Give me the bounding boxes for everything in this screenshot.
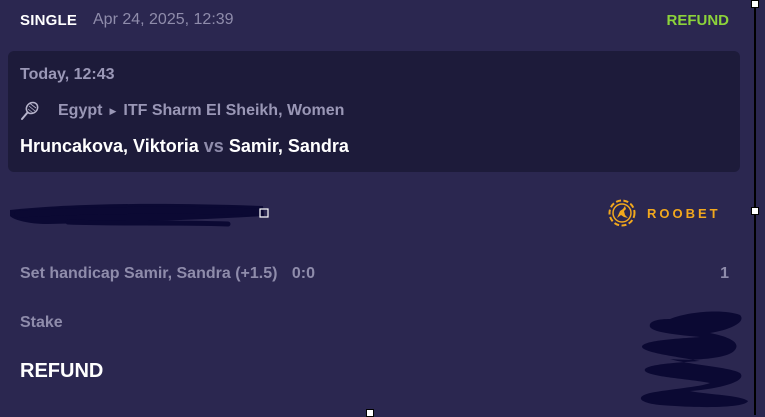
tennis-racket-icon [20,101,40,121]
selection-row: Set handicap Samir, Sandra (+1.5) 0:0 1 [20,265,729,285]
redaction-scribble-amount [640,311,748,408]
redaction-scribble [10,203,269,227]
event-tournament[interactable]: ITF Sharm El Sheikh, Women [123,102,344,120]
bet-status-badge: REFUND [666,12,730,29]
bet-type-label: SINGLE [20,12,78,29]
event-card[interactable]: Today, 12:43 Egypt ▶ ITF Sharm El Sheikh… [8,51,740,172]
kangaroo-logo-icon [608,199,636,227]
away-player: Samir, Sandra [228,136,349,156]
brand-logo: ROOBET [608,199,721,227]
vs-label: vs [203,136,224,156]
event-time: Today, 12:43 [20,66,115,83]
chevron-right-icon: ▶ [109,105,117,116]
home-player: Hruncakova, Viktoria [20,136,199,156]
event-country[interactable]: Egypt [58,102,102,120]
stake-label: Stake [20,314,63,331]
selection-market: Set handicap Samir, Sandra (+1.5) 0:0 [20,265,315,283]
selection-score: 0:0 [291,265,316,282]
bet-header: SINGLE Apr 24, 2025, 12:39 REFUND [20,10,729,32]
resize-handle-top-right[interactable] [751,0,759,8]
selection-market-label: Set handicap Samir, Sandra (+1.5) [20,265,278,282]
resize-handle-right[interactable] [751,207,759,215]
resize-handle-bottom[interactable] [366,409,374,417]
event-breadcrumb: Egypt ▶ ITF Sharm El Sheikh, Women [20,101,344,121]
bet-placed-date: Apr 24, 2025, 12:39 [93,11,234,28]
selection-odds: 1 [720,265,729,282]
result-label: REFUND [20,360,104,382]
brand-name: ROOBET [647,205,721,221]
event-matchup[interactable]: Hruncakova, Viktoria vs Samir, Sandra [20,136,349,157]
